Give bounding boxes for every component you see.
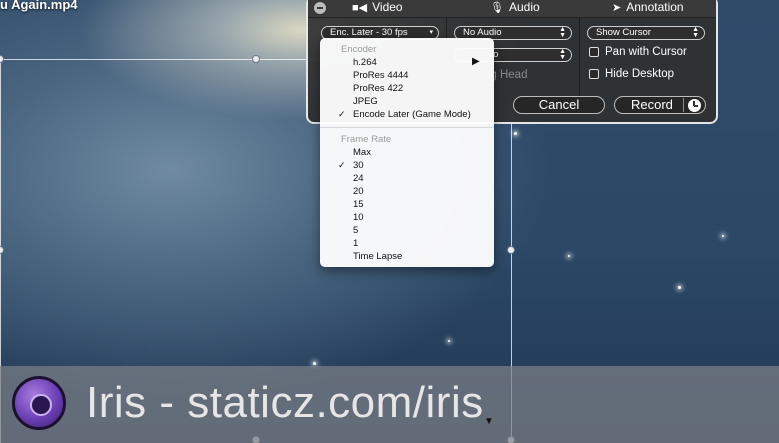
video-format-menu: Encoder h.264 ▶ ProRes 4444 ProRes 422 J… — [320, 38, 494, 267]
menu-separator — [320, 127, 494, 128]
record-label: Record — [631, 97, 673, 112]
selection-top-edge — [0, 59, 322, 60]
iris-watermark-banner: Iris - staticz.com/iris ▼ — [0, 366, 779, 443]
chevron-updown-icon: ▲ ▼ — [559, 48, 566, 61]
menu-item-fps-5[interactable]: 5 — [353, 225, 358, 236]
microphone-icon: 🎙 — [490, 1, 504, 14]
background-star — [722, 235, 724, 237]
resize-handle[interactable] — [0, 246, 4, 254]
clock-icon[interactable] — [688, 99, 701, 112]
menu-item-fps-15[interactable]: 15 — [353, 199, 364, 210]
iris-logo-icon — [12, 376, 66, 430]
hide-desktop-checkbox[interactable] — [589, 69, 599, 79]
menu-item-fps-1[interactable]: 1 — [353, 238, 358, 249]
record-button[interactable]: Record — [614, 96, 706, 114]
tab-video[interactable]: ■◀ Video — [352, 0, 403, 14]
cancel-button[interactable]: Cancel — [513, 96, 605, 114]
record-split-divider — [683, 98, 684, 112]
menu-item-prores-422[interactable]: ProRes 422 — [353, 83, 403, 94]
tab-video-label: Video — [372, 0, 403, 14]
hide-desktop-label: Hide Desktop — [605, 68, 675, 80]
hide-desktop-checkbox-row[interactable]: Hide Desktop — [589, 68, 674, 80]
chevron-down-icon: ▼ — [484, 416, 494, 427]
audio-source-value: No Audio — [463, 27, 502, 38]
cursor-mode-select[interactable]: Show Cursor ▲ ▼ — [587, 26, 705, 40]
video-filename: u Again.mp4 — [0, 0, 78, 12]
menu-item-fps-20[interactable]: 20 — [353, 186, 364, 197]
pan-with-cursor-checkbox[interactable] — [589, 47, 599, 57]
checkmark-icon: ✓ — [338, 160, 346, 170]
tab-annotation[interactable]: ➤ Annotation — [612, 0, 684, 14]
background-star — [568, 255, 570, 257]
background-star — [678, 286, 681, 289]
panel-tab-bar: ■◀ Video 🎙 Audio ➤ Annotation — [308, 0, 716, 18]
background-star — [313, 362, 316, 365]
chevron-updown-icon: ▲ ▼ — [692, 26, 699, 39]
resize-handle[interactable] — [252, 55, 260, 63]
menu-item-jpeg[interactable]: JPEG — [353, 96, 378, 107]
tab-annotation-label: Annotation — [626, 0, 684, 14]
panel-divider — [579, 18, 580, 108]
menu-item-fps-30[interactable]: 30 — [353, 160, 364, 171]
tab-audio-label: Audio — [508, 0, 540, 14]
menu-item-time-lapse[interactable]: Time Lapse — [353, 251, 402, 262]
menu-item-prores-4444[interactable]: ProRes 4444 — [353, 70, 408, 81]
pan-with-cursor-checkbox-row[interactable]: Pan with Cursor — [589, 46, 687, 58]
cursor-icon: ➤ — [612, 1, 622, 14]
menu-item-h264[interactable]: h.264 — [353, 57, 377, 68]
chevron-updown-icon: ▲ ▼ — [559, 26, 566, 39]
video-format-value: Enc. Later - 30 fps — [330, 27, 408, 38]
tab-audio[interactable]: 🎙 Audio — [490, 0, 540, 14]
menu-item-encode-later[interactable]: Encode Later (Game Mode) — [353, 109, 471, 120]
collapse-icon[interactable] — [314, 2, 326, 14]
video-camera-icon: ■◀ — [352, 1, 368, 14]
menu-item-fps-max[interactable]: Max — [353, 147, 371, 158]
background-star — [514, 132, 517, 135]
cursor-mode-value: Show Cursor — [596, 27, 651, 38]
resize-handle[interactable] — [0, 55, 4, 63]
menu-header-encoder: Encoder — [341, 44, 377, 55]
submenu-arrow-icon: ▶ — [472, 56, 480, 67]
menu-header-frame-rate: Frame Rate — [341, 134, 392, 145]
menu-item-fps-10[interactable]: 10 — [353, 212, 364, 223]
background-star — [448, 340, 450, 342]
resize-handle[interactable] — [507, 246, 515, 254]
checkmark-icon: ✓ — [338, 109, 346, 119]
chevron-down-icon: ▾ — [429, 29, 433, 36]
banner-text: Iris - staticz.com/iris — [86, 378, 484, 427]
pan-with-cursor-label: Pan with Cursor — [605, 46, 687, 58]
menu-item-fps-24[interactable]: 24 — [353, 173, 364, 184]
